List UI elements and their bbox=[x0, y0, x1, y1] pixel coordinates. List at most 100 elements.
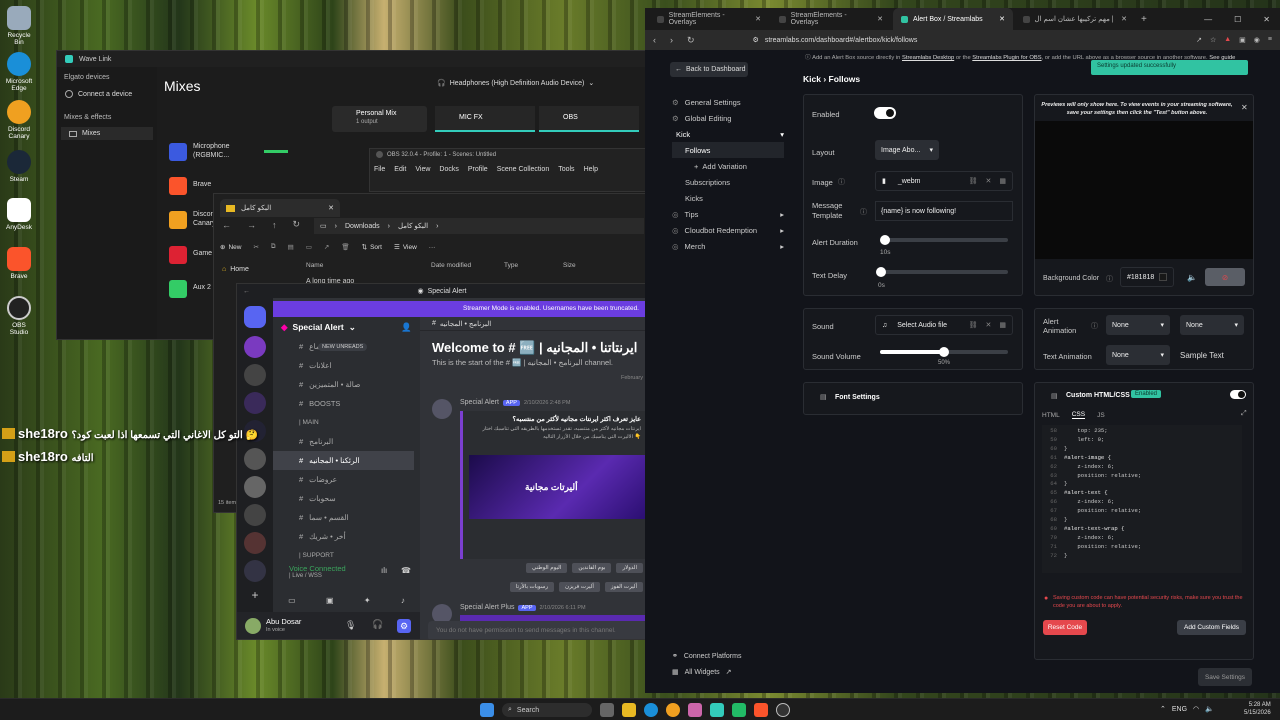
background-color-input[interactable]: #181818 bbox=[1120, 267, 1174, 287]
menu-docks[interactable]: Docks bbox=[439, 166, 458, 173]
close-icon[interactable]: ✕ bbox=[877, 15, 883, 23]
wavelink-taskbar-icon[interactable] bbox=[710, 703, 724, 717]
obs-taskbar-icon[interactable] bbox=[776, 703, 790, 717]
waveform-icon[interactable]: ılı bbox=[381, 566, 387, 575]
extension-icon[interactable]: ▲ bbox=[1224, 36, 1231, 44]
add-custom-fields-button[interactable]: Add Custom Fields bbox=[1177, 620, 1246, 635]
nav-kick[interactable]: Kick ▾ bbox=[672, 126, 784, 142]
alert-duration-slider[interactable] bbox=[880, 235, 1008, 245]
link-button[interactable]: اليوم الوطني bbox=[526, 563, 568, 573]
channel-item[interactable]: # عروضات bbox=[273, 470, 420, 489]
breadcrumb[interactable]: ▭ › Downloads › البكو كامل › bbox=[314, 218, 644, 234]
all-widgets-link[interactable]: ▦ All Widgets ↗ bbox=[672, 668, 732, 677]
back-arrow-icon[interactable]: ‹ bbox=[653, 35, 656, 45]
tab-js[interactable]: JS bbox=[1097, 412, 1105, 419]
code-content[interactable]: top: 235; left: 0;} #alert-image { z-inde… bbox=[1064, 427, 1141, 561]
column-header-name[interactable]: Name bbox=[306, 262, 323, 269]
add-variation-button[interactable]: + Add Variation bbox=[672, 158, 784, 174]
message-author[interactable]: Special Alert Plus bbox=[460, 604, 514, 611]
channel-item[interactable]: #اجتماعNEW UNREADS bbox=[273, 337, 420, 356]
category-main[interactable]: | MAIN bbox=[273, 413, 420, 432]
add-server-icon[interactable]: + bbox=[248, 588, 262, 602]
expand-icon[interactable]: ⤢ bbox=[1241, 410, 1247, 418]
refresh-icon[interactable]: ↻ bbox=[687, 35, 695, 46]
refresh-icon[interactable]: ↻ bbox=[293, 219, 301, 230]
link-button[interactable]: أليرت الفوز bbox=[604, 582, 643, 592]
server-icon[interactable] bbox=[244, 504, 266, 526]
anydesk-icon[interactable]: AnyDesk bbox=[3, 198, 35, 231]
volume-icon[interactable]: 🔈 bbox=[1187, 273, 1197, 282]
forward-arrow-icon[interactable]: › bbox=[670, 35, 673, 45]
cut-icon[interactable]: ✂ bbox=[253, 243, 258, 251]
menu-icon[interactable]: ≡ bbox=[1268, 36, 1272, 44]
app-taskbar-icon[interactable] bbox=[688, 703, 702, 717]
channel-item[interactable]: # القسم • سما bbox=[273, 508, 420, 527]
back-to-dashboard-button[interactable]: ← Back to Dashboard bbox=[670, 62, 748, 77]
forward-arrow-icon[interactable]: → bbox=[247, 220, 256, 230]
embed-image[interactable]: أليرتات مجانية bbox=[469, 455, 645, 519]
wifi-icon[interactable]: ◠ bbox=[1193, 705, 1199, 713]
discord-taskbar-icon[interactable] bbox=[666, 703, 680, 717]
clear-icon[interactable]: ✕ bbox=[986, 321, 992, 329]
help-icon[interactable]: ⓘ bbox=[1106, 274, 1113, 284]
browser-tab[interactable]: بيرمجة الأليرت | مهم تركيبها عشان اسم ال… bbox=[1015, 8, 1135, 30]
menu-file[interactable]: File bbox=[374, 166, 385, 173]
activity-icon[interactable]: ✦ bbox=[364, 596, 371, 605]
close-icon[interactable]: ✕ bbox=[1241, 103, 1248, 112]
disconnect-icon[interactable]: ☎ bbox=[401, 566, 411, 575]
brave-icon[interactable]: Brave bbox=[3, 247, 35, 280]
more-icon[interactable]: ··· bbox=[429, 244, 436, 251]
sidebar-item-mixes[interactable]: Mixes bbox=[61, 127, 153, 140]
server-icon[interactable] bbox=[244, 336, 266, 358]
message-author[interactable]: Special Alert bbox=[460, 399, 499, 406]
menu-profile[interactable]: Profile bbox=[468, 166, 488, 173]
link-icon[interactable]: ⛓ bbox=[969, 177, 978, 185]
channel-item[interactable]: # أخر • شريك bbox=[273, 527, 420, 546]
paste-icon[interactable]: ▤ bbox=[288, 243, 294, 251]
save-settings-button[interactable]: Save Settings bbox=[1198, 668, 1252, 686]
file-explorer-icon[interactable] bbox=[622, 703, 636, 717]
font-settings-card[interactable]: ▤ Font Settings bbox=[803, 382, 1023, 415]
view-button[interactable]: ☰ View bbox=[394, 243, 417, 252]
text-animation-select[interactable]: None ▾ bbox=[1106, 345, 1170, 365]
nav-tips[interactable]: ◎ Tips ▸ bbox=[672, 206, 784, 222]
menu-edit[interactable]: Edit bbox=[394, 166, 406, 173]
close-icon[interactable]: ✕ bbox=[999, 15, 1005, 23]
tab-html[interactable]: HTML bbox=[1042, 412, 1060, 419]
menu-help[interactable]: Help bbox=[584, 166, 598, 173]
soundboard-icon[interactable]: ♪ bbox=[401, 596, 405, 605]
discord-home-icon[interactable] bbox=[244, 306, 266, 328]
server-icon[interactable] bbox=[244, 448, 266, 470]
start-icon[interactable] bbox=[480, 703, 494, 717]
sort-button[interactable]: ⇅ Sort bbox=[362, 243, 382, 252]
channel-item[interactable]: # سحوبات bbox=[273, 489, 420, 508]
menu-view[interactable]: View bbox=[415, 166, 430, 173]
column-header-size[interactable]: Size bbox=[563, 262, 576, 269]
app-taskbar-icon[interactable] bbox=[732, 703, 746, 717]
enabled-toggle[interactable] bbox=[874, 107, 896, 119]
channel-item[interactable]: # صالة • المتميزين bbox=[273, 375, 420, 394]
speaker-icon[interactable]: 🔈 bbox=[1205, 705, 1214, 713]
server-icon[interactable] bbox=[244, 476, 266, 498]
link-icon[interactable]: ⛓ bbox=[969, 321, 978, 329]
personal-mix-card[interactable]: Personal Mix 1 output bbox=[332, 106, 427, 132]
help-icon[interactable]: ⓘ bbox=[1091, 321, 1098, 331]
connect-device-button[interactable]: Connect a device bbox=[57, 88, 157, 100]
help-icon[interactable]: ⓘ bbox=[838, 177, 845, 187]
copy-icon[interactable]: ⧉ bbox=[271, 243, 276, 251]
close-icon[interactable]: ✕ bbox=[755, 15, 761, 23]
layout-select[interactable]: Image Abo... ▾ bbox=[875, 140, 939, 160]
category-support[interactable]: | SUPPORT bbox=[273, 546, 420, 565]
nav-global-editing[interactable]: ⚙ Global Editing bbox=[672, 110, 784, 126]
camera-icon[interactable]: ▭ bbox=[288, 596, 296, 605]
menu-tools[interactable]: Tools bbox=[558, 166, 574, 173]
code-editor[interactable]: 58 59 60 61 62 63 64 65 66 67 68 69 70 71 72 top: 235;… bbox=[1042, 425, 1242, 573]
close-window-icon[interactable]: ✕ bbox=[1263, 15, 1270, 24]
mute-preview-button[interactable]: ⊘ bbox=[1205, 268, 1245, 286]
browser-tab[interactable]: StreamElements - Overlays ✕ bbox=[771, 8, 891, 30]
streamlabs-desktop-link[interactable]: Streamlabs Desktop bbox=[902, 55, 954, 61]
explorer-tab[interactable]: البكو كامل ✕ bbox=[220, 199, 340, 217]
nav-merch[interactable]: ◎ Merch ▸ bbox=[672, 238, 784, 254]
image-file-field[interactable]: ▮ _webm ⛓ ✕ ▦ bbox=[875, 171, 1013, 191]
message-template-input[interactable]: {name} is now following! bbox=[875, 201, 1013, 221]
